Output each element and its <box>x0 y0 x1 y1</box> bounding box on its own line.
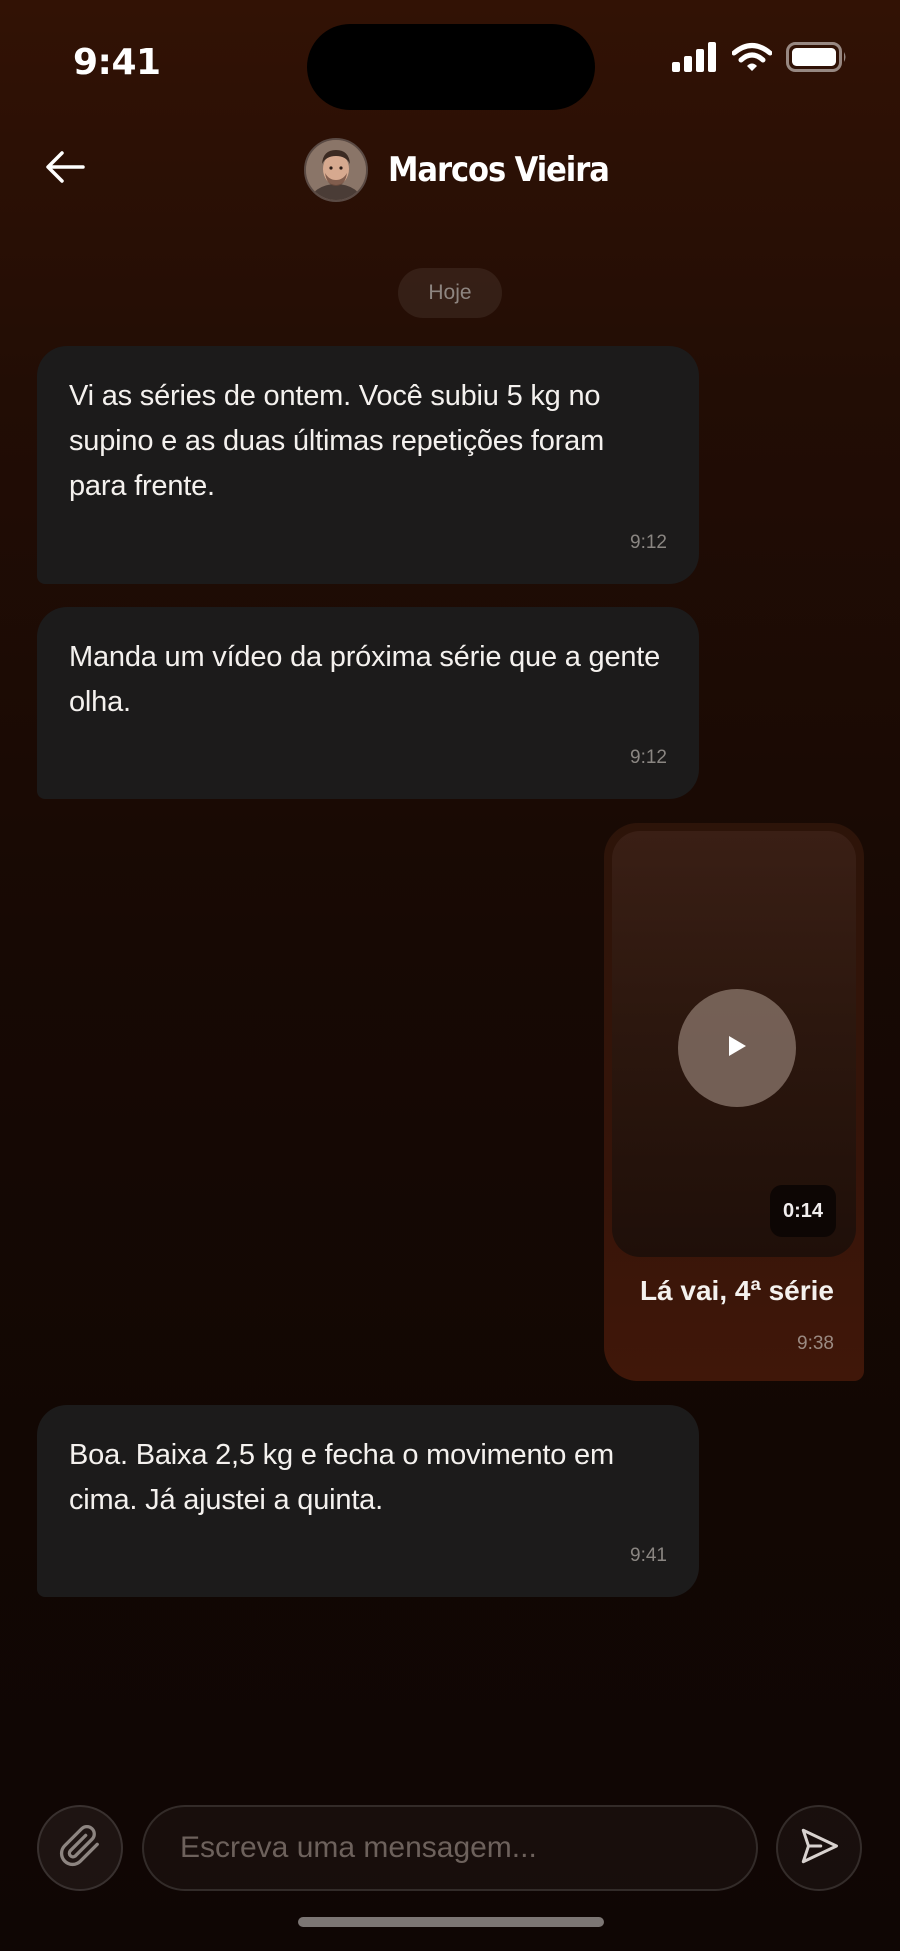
send-button[interactable] <box>776 1805 862 1891</box>
video-thumbnail[interactable]: 0:14 <box>612 831 856 1257</box>
message-composer <box>0 1805 900 1895</box>
signal-icon <box>672 42 718 77</box>
message-text: Vi as séries de ontem. Você subiu 5 kg n… <box>69 380 605 502</box>
message-time: 9:38 <box>797 1333 834 1354</box>
paperclip-icon <box>58 1824 102 1873</box>
avatar[interactable] <box>304 138 368 202</box>
message-time: 9:12 <box>630 532 667 553</box>
battery-icon <box>786 42 848 77</box>
contact-info[interactable]: Marcos Vieira <box>304 138 633 202</box>
message-time: 9:41 <box>630 1545 667 1566</box>
send-icon <box>798 1825 840 1872</box>
incoming-message: Manda um vídeo da próxima série que a ge… <box>37 607 699 799</box>
message-time: 9:12 <box>630 747 667 768</box>
play-icon <box>726 1034 748 1063</box>
home-indicator <box>298 1917 604 1927</box>
status-icons <box>672 42 848 77</box>
back-button[interactable] <box>36 140 94 198</box>
attach-button[interactable] <box>37 1805 123 1891</box>
message-text: Manda um vídeo da próxima série que a ge… <box>69 641 661 718</box>
incoming-message: Boa. Baixa 2,5 kg e fecha o movimento em… <box>37 1405 699 1597</box>
video-duration: 0:14 <box>770 1185 836 1237</box>
message-text: Boa. Baixa 2,5 kg e fecha o movimento em… <box>69 1439 614 1516</box>
wifi-icon <box>731 42 773 77</box>
outgoing-video-message: 0:14 Lá vai, 4ª série 9:38 <box>604 823 864 1381</box>
chat-header: Marcos Vieira <box>0 130 900 210</box>
arrow-left-icon <box>45 150 85 189</box>
contact-name: Marcos Vieira <box>388 150 610 190</box>
date-separator: Hoje <box>398 268 502 318</box>
play-button[interactable] <box>678 989 796 1107</box>
status-time: 9:41 <box>73 42 161 83</box>
incoming-message: Vi as séries de ontem. Você subiu 5 kg n… <box>37 346 699 584</box>
video-caption: Lá vai, 4ª série <box>639 1275 834 1306</box>
status-bar: 9:41 <box>0 0 900 120</box>
message-input[interactable] <box>142 1805 758 1891</box>
dynamic-island <box>307 24 595 110</box>
